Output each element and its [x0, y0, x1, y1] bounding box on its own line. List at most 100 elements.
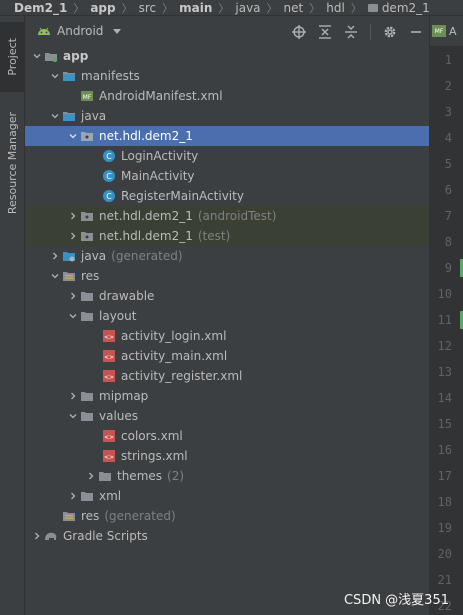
tree-item-themes[interactable]: themes (2) — [25, 466, 429, 486]
tree-item-suffix: (test) — [197, 229, 231, 243]
breadcrumb-item-main[interactable]: main — [179, 1, 212, 15]
tree-item-activity-login-xml[interactable]: <> activity_login.xml — [25, 326, 429, 346]
chevron-down-icon[interactable] — [49, 66, 61, 86]
editor-tab[interactable]: MF A — [430, 16, 463, 47]
tree-item-drawable[interactable]: drawable — [25, 286, 429, 306]
tree-item-label: values — [99, 409, 139, 423]
line-number: 2 — [444, 79, 452, 93]
tree-item-label: activity_main.xml — [121, 349, 228, 363]
chevron-right-icon[interactable] — [67, 226, 79, 246]
svg-text:C: C — [106, 172, 112, 181]
svg-text:C: C — [106, 152, 112, 161]
tree-item-values[interactable]: values — [25, 406, 429, 426]
tree-item-layout[interactable]: layout — [25, 306, 429, 326]
manifest-file-icon: MF — [79, 89, 95, 103]
svg-text:MF: MF — [83, 94, 92, 101]
tree-item-mainactivity[interactable]: C MainActivity — [25, 166, 429, 186]
breadcrumb-item-src[interactable]: src — [139, 1, 157, 15]
chevron-down-icon[interactable] — [49, 266, 61, 286]
package-icon — [367, 3, 378, 12]
breadcrumb-item-net[interactable]: net — [284, 1, 304, 15]
breadcrumb-item-project[interactable]: Dem2_1 — [14, 1, 67, 15]
chevron-right-icon: 〉 — [350, 1, 362, 15]
tree-item-package-androidtest[interactable]: net.hdl.dem2_1 (androidTest) — [25, 206, 429, 226]
tree-item-androidmanifest[interactable]: MF AndroidManifest.xml — [25, 86, 429, 106]
chevron-right-icon[interactable] — [67, 206, 79, 226]
hide-panel-icon[interactable] — [409, 25, 423, 39]
xml-layout-icon: <> — [101, 329, 117, 343]
tree-item-label: AndroidManifest.xml — [99, 89, 223, 103]
breadcrumb-item-hdl[interactable]: hdl — [326, 1, 345, 15]
tree-item-label: layout — [99, 309, 137, 323]
tree-item-label: strings.xml — [121, 449, 188, 463]
tree-item-java[interactable]: java — [25, 106, 429, 126]
resource-manager-tool-tab[interactable]: Resource Manager — [0, 100, 24, 226]
line-number: 5 — [444, 157, 452, 171]
chevron-down-icon[interactable] — [67, 126, 79, 146]
expand-all-icon[interactable] — [318, 24, 332, 39]
gradle-icon — [43, 529, 59, 543]
package-icon — [79, 129, 95, 143]
tree-item-strings-xml[interactable]: <> strings.xml — [25, 446, 429, 466]
tree-item-java-generated[interactable]: java (generated) — [25, 246, 429, 266]
tree-item-suffix: (generated) — [104, 509, 176, 523]
chevron-down-icon[interactable] — [67, 306, 79, 326]
tree-item-manifests[interactable]: manifests — [25, 66, 429, 86]
chevron-right-icon: 〉 — [73, 1, 85, 15]
breadcrumb-item-label: dem2_1 — [381, 0, 430, 15]
toolbar-divider — [370, 23, 371, 40]
chevron-right-icon[interactable] — [49, 246, 61, 266]
tree-item-xml[interactable]: xml — [25, 486, 429, 506]
tree-item-label: manifests — [81, 69, 140, 83]
tree-item-label: themes — [117, 469, 163, 483]
line-number: 12 — [437, 339, 452, 353]
line-number: 20 — [437, 547, 452, 561]
tree-item-res-generated[interactable]: res (generated) — [25, 506, 429, 526]
breadcrumb-item-app[interactable]: app — [90, 1, 115, 15]
chevron-right-icon[interactable] — [85, 466, 97, 486]
tree-item-label: colors.xml — [121, 429, 183, 443]
tree-item-colors-xml[interactable]: <> colors.xml — [25, 426, 429, 446]
tree-item-package-test[interactable]: net.hdl.dem2_1 (test) — [25, 226, 429, 246]
tree-item-res[interactable]: res — [25, 266, 429, 286]
tree-item-label: Gradle Scripts — [63, 529, 148, 543]
tree-item-loginactivity[interactable]: C LoginActivity — [25, 146, 429, 166]
tree-item-gradle-scripts[interactable]: Gradle Scripts — [25, 526, 429, 546]
chevron-right-icon[interactable] — [67, 286, 79, 306]
tree-item-package-main[interactable]: net.hdl.dem2_1 — [25, 126, 429, 146]
project-tool-tab[interactable]: Project — [0, 22, 24, 92]
folder-icon — [79, 389, 95, 403]
breadcrumb-item-java[interactable]: java — [235, 1, 260, 15]
chevron-down-icon[interactable] — [31, 46, 43, 66]
editor-tab-label: A — [449, 24, 457, 38]
locate-file-icon[interactable] — [292, 24, 306, 39]
chevron-right-icon: 〉 — [309, 1, 321, 15]
chevron-right-icon: 〉 — [266, 1, 278, 15]
chevron-down-icon[interactable] — [67, 406, 79, 426]
line-number: 9 — [444, 261, 452, 275]
tree-item-mipmap[interactable]: mipmap — [25, 386, 429, 406]
tree-item-activity-register-xml[interactable]: <> activity_register.xml — [25, 366, 429, 386]
chevron-right-icon: 〉 — [121, 1, 133, 15]
chevron-down-icon[interactable] — [49, 106, 61, 126]
folder-icon — [79, 489, 95, 503]
android-icon — [38, 27, 50, 35]
project-view-selector[interactable]: Android — [57, 24, 122, 38]
chevron-right-icon[interactable] — [67, 386, 79, 406]
gear-icon[interactable] — [383, 25, 397, 39]
folder-icon — [79, 289, 95, 303]
module-icon — [43, 49, 59, 63]
line-number: 10 — [437, 287, 452, 301]
chevron-right-icon[interactable] — [31, 526, 43, 546]
tree-item-registermainactivity[interactable]: C RegisterMainActivity — [25, 186, 429, 206]
chevron-right-icon: 〉 — [218, 1, 230, 15]
tree-item-activity-main-xml[interactable]: <> activity_main.xml — [25, 346, 429, 366]
tree-item-suffix: (androidTest) — [197, 209, 277, 223]
project-view-label: Android — [57, 24, 104, 38]
tree-item-label: activity_login.xml — [121, 329, 227, 343]
chevron-right-icon[interactable] — [67, 486, 79, 506]
package-icon — [79, 229, 95, 243]
breadcrumb-item-dem2_1[interactable]: dem2_1 — [367, 0, 430, 15]
collapse-all-icon[interactable] — [344, 25, 358, 39]
tree-item-app[interactable]: app — [25, 46, 429, 66]
